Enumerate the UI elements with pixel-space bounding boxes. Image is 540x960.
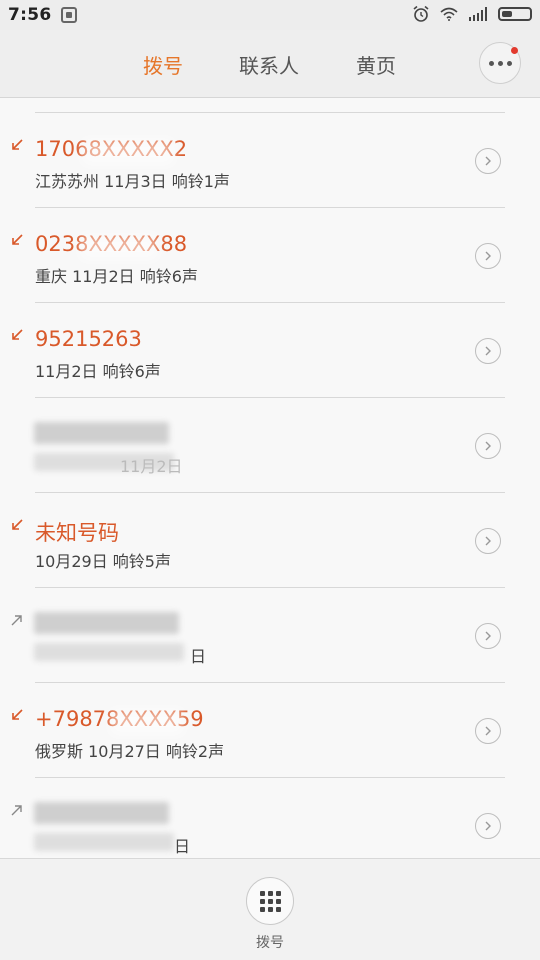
top-tab-bar: 拨号 联系人 黄页 [0, 30, 540, 98]
call-detail: 日 [190, 647, 207, 666]
missed-call-icon [12, 709, 23, 720]
call-detail-button[interactable] [475, 148, 501, 174]
call-detail: 10月29日 响铃5声 [35, 552, 171, 571]
signal-icon [469, 7, 487, 21]
redacted-detail [34, 643, 184, 661]
call-detail-button[interactable] [475, 243, 501, 269]
outgoing-call-icon [11, 615, 22, 626]
call-detail-button[interactable] [475, 433, 501, 459]
dialpad-icon [259, 890, 281, 912]
call-detail-button[interactable] [475, 623, 501, 649]
call-detail-button[interactable] [475, 718, 501, 744]
chevron-right-icon [485, 156, 491, 166]
call-log-row[interactable]: +79878XXXX59 俄罗斯 10月27日 响铃2声 [0, 683, 540, 778]
phone-screen: 7:56 拨号 联系人 黄页 江苏苏州 11月3日 响铃1声 重庆 11月2日 … [0, 0, 540, 960]
more-options-button[interactable] [479, 42, 521, 84]
tab-yellow-pages[interactable]: 黄页 [356, 50, 396, 79]
redacted-detail [34, 833, 174, 851]
missed-call-icon [12, 139, 23, 150]
battery-icon [498, 7, 532, 21]
call-number: 未知号码 [35, 521, 119, 545]
call-log-list[interactable]: 17068XXXXX2 江苏苏州 11月3日 响铃1声 0238XXXXX88 … [0, 98, 540, 858]
redacted-blur [80, 234, 158, 260]
call-detail: 重庆 11月2日 响铃6声 [35, 267, 198, 286]
chevron-right-icon [485, 536, 491, 546]
wifi-icon [440, 7, 458, 21]
call-detail-button[interactable] [475, 813, 501, 839]
call-log-row[interactable]: 17068XXXXX2 江苏苏州 11月3日 响铃1声 [0, 113, 540, 208]
call-log-row[interactable]: 0238XXXXX88 重庆 11月2日 响铃6声 [0, 208, 540, 303]
missed-call-icon [12, 329, 23, 340]
bottom-bar: 拨号 [0, 858, 540, 960]
outgoing-call-icon [11, 805, 22, 816]
status-icons [412, 5, 532, 23]
notification-badge [511, 47, 518, 54]
redacted-number [34, 802, 169, 824]
tab-dial[interactable]: 拨号 [143, 50, 183, 79]
redacted-blur [110, 709, 184, 735]
alarm-icon [413, 5, 429, 22]
missed-call-icon [12, 519, 23, 530]
call-log-row[interactable]: 未知号码 10月29日 响铃5声 [0, 493, 540, 588]
dialpad-label: 拨号 [256, 935, 284, 951]
chevron-right-icon [485, 821, 491, 831]
call-detail: 日 [174, 837, 191, 856]
chevron-right-icon [485, 251, 491, 261]
status-bar: 7:56 [0, 0, 540, 30]
call-detail: 俄罗斯 10月27日 响铃2声 [35, 742, 225, 761]
chevron-right-icon [485, 441, 491, 451]
redacted-blur [82, 139, 174, 165]
call-detail-button[interactable] [475, 338, 501, 364]
call-log-row[interactable]: 日 [0, 778, 540, 858]
call-detail: 11月2日 [120, 457, 183, 476]
call-detail-button[interactable] [475, 528, 501, 554]
status-time: 7:56 [8, 5, 52, 25]
call-log-row[interactable]: 日 [0, 588, 540, 683]
more-icon [488, 60, 512, 66]
call-detail: 江苏苏州 11月3日 响铃1声 [35, 172, 230, 191]
call-log-row[interactable]: 95215263 11月2日 响铃6声 [0, 303, 540, 398]
chevron-right-icon [485, 726, 491, 736]
chevron-right-icon [485, 346, 491, 356]
dialpad-button[interactable] [246, 877, 294, 925]
chevron-right-icon [485, 631, 491, 641]
redacted-number [34, 422, 169, 444]
call-detail: 11月2日 响铃6声 [35, 362, 161, 381]
notification-icon [61, 7, 78, 23]
call-log-row[interactable]: 11月2日 [0, 398, 540, 493]
call-number: 95215263 [35, 327, 142, 351]
missed-call-icon [12, 234, 23, 245]
redacted-number [34, 612, 179, 634]
tab-contacts[interactable]: 联系人 [239, 50, 299, 79]
